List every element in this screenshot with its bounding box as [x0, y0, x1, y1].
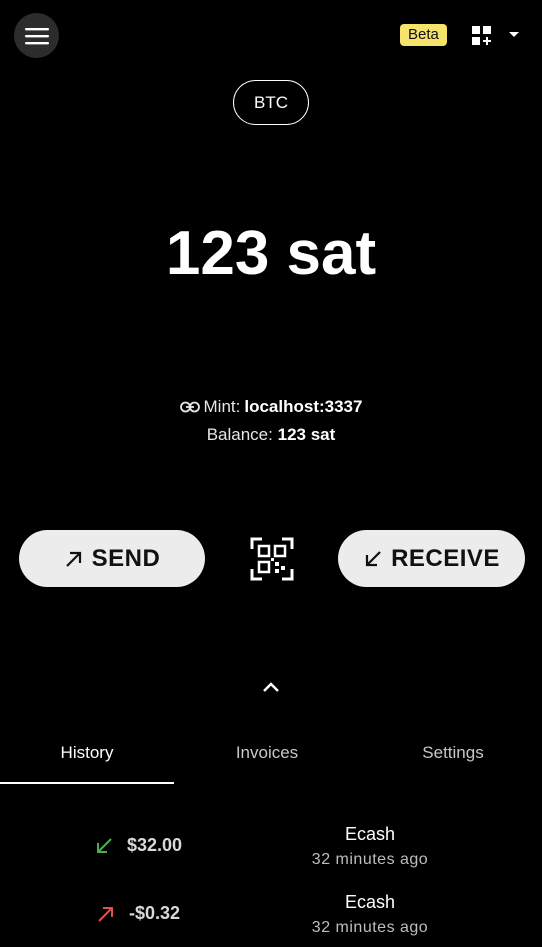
tab-history[interactable]: History [0, 728, 174, 784]
mint-url: localhost:3337 [244, 397, 363, 416]
unit-toggle-button[interactable]: BTC [233, 80, 309, 125]
menu-button[interactable] [14, 13, 59, 58]
send-label: SEND [91, 544, 161, 572]
beta-badge: Beta [400, 24, 447, 46]
caret-down-icon[interactable] [508, 31, 520, 39]
chevron-up-icon[interactable] [260, 680, 282, 694]
transaction-amount: -$0.32 [129, 903, 181, 923]
transaction-amount: $32.00 [127, 835, 183, 855]
add-widget-icon[interactable] [472, 26, 492, 46]
transaction-type: Ecash [344, 824, 396, 844]
history-row[interactable]: $32.00 Ecash 32 minutes ago [0, 815, 542, 879]
mint-info: Mint: localhost:3337 [0, 397, 542, 417]
mint-balance-value: 123 sat [277, 425, 336, 444]
top-bar: Beta [0, 0, 542, 70]
history-row[interactable]: -$0.32 Ecash 32 minutes ago [0, 883, 542, 947]
link-icon [179, 401, 200, 413]
arrow-up-right-icon [65, 551, 81, 567]
send-button[interactable]: SEND [19, 530, 205, 587]
receive-label: RECEIVE [391, 544, 500, 572]
outgoing-arrow-icon [98, 907, 113, 922]
transaction-time: 32 minutes ago [311, 851, 429, 868]
tab-settings[interactable]: Settings [360, 728, 542, 784]
incoming-arrow-icon [97, 838, 112, 853]
active-tab-indicator [0, 782, 174, 784]
transaction-time: 32 minutes ago [311, 919, 429, 936]
mint-balance: Balance: 123 sat [0, 425, 542, 445]
hamburger-menu-icon [24, 27, 49, 44]
bottom-tabs: History Invoices Settings [0, 728, 542, 784]
mint-label: Mint: [203, 397, 241, 416]
balance-display: 123 sat [165, 219, 377, 288]
qr-scan-icon[interactable] [250, 537, 294, 581]
tab-invoices[interactable]: Invoices [174, 728, 360, 784]
receive-button[interactable]: RECEIVE [338, 530, 525, 587]
arrow-down-left-icon [365, 550, 381, 566]
mint-balance-label: Balance: [206, 425, 273, 444]
transaction-type: Ecash [344, 892, 396, 912]
